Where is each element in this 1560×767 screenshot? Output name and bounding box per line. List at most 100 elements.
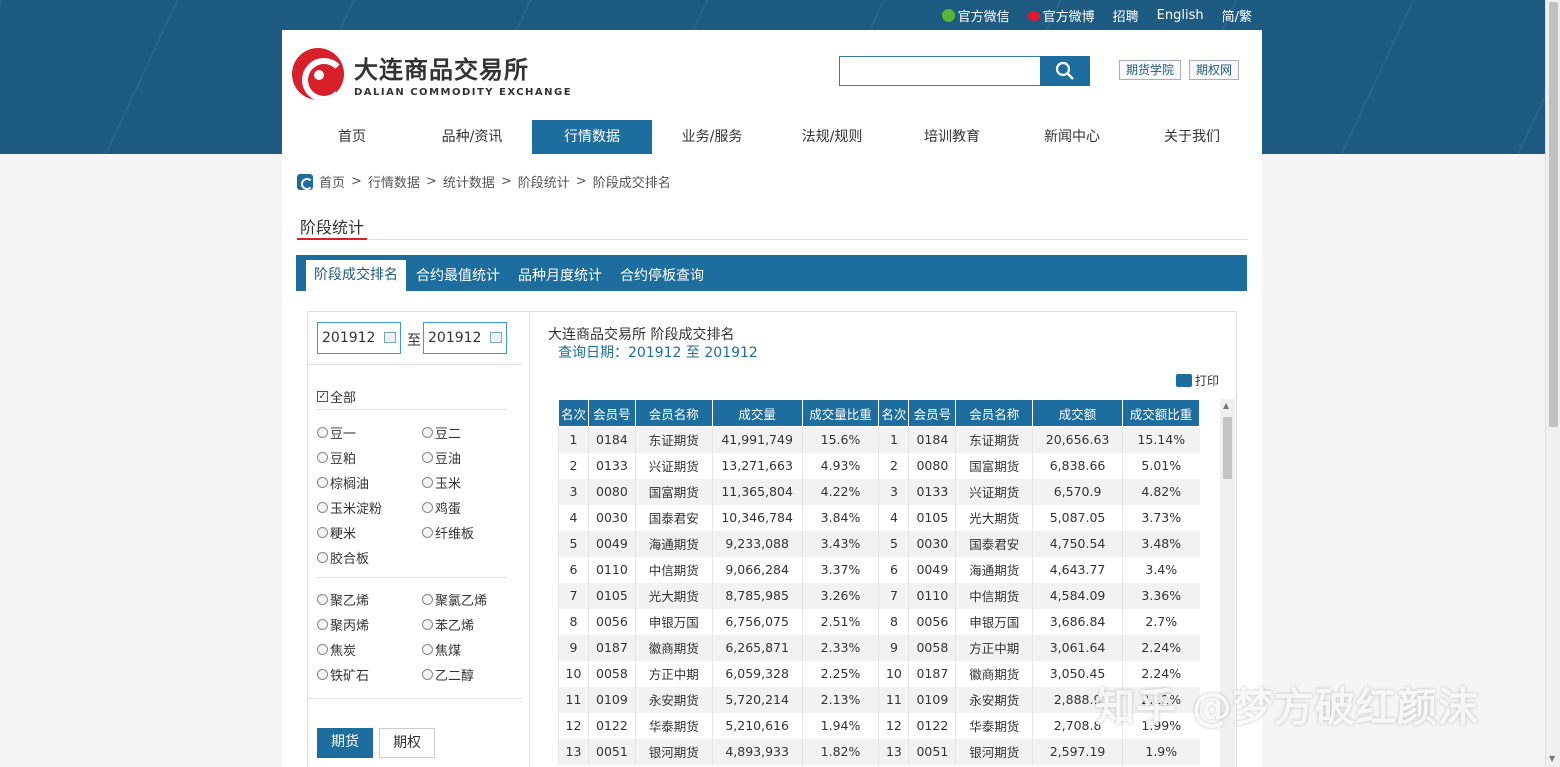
nav-business[interactable]: 业务/服务 — [652, 120, 772, 154]
nav-products[interactable]: 品种/资讯 — [412, 120, 532, 154]
calendar-icon[interactable] — [384, 332, 396, 343]
table-cell: 华泰期货 — [955, 712, 1033, 739]
variety-radio[interactable]: 鸡蛋 — [422, 498, 461, 517]
variety-label: 焦炭 — [330, 644, 357, 659]
table-scrollbar-thumb[interactable] — [1223, 417, 1232, 479]
variety-radio[interactable]: 玉米淀粉 — [317, 498, 382, 517]
variety-radio[interactable]: 焦炭 — [317, 640, 356, 659]
table-cell: 8,785,985 — [711, 582, 803, 609]
lang-switch-link[interactable]: 简/繁 — [1222, 6, 1252, 25]
end-date-value: 201912 — [428, 330, 482, 346]
table-cell: 0122 — [908, 712, 956, 739]
tab-limit-query[interactable]: 合约停板查询 — [612, 261, 712, 291]
options-site-button[interactable]: 期权网 — [1189, 60, 1240, 80]
scroll-up-arrow[interactable]: ▲ — [1223, 401, 1229, 410]
search-button[interactable] — [1040, 56, 1090, 86]
table-cell: 方正中期 — [634, 660, 713, 687]
variety-radio[interactable]: 铁矿石 — [317, 665, 369, 684]
futures-academy-button[interactable]: 期货学院 — [1119, 60, 1182, 80]
page-scrollbar[interactable]: ▼ — [1545, 0, 1560, 767]
all-label: 全部 — [330, 391, 357, 406]
table-cell: 13 — [558, 738, 589, 765]
print-button[interactable]: 打印 — [1176, 372, 1219, 389]
end-date-input[interactable]: 201912 — [423, 322, 507, 354]
english-link[interactable]: English — [1157, 6, 1204, 25]
all-checkbox[interactable]: ✓ 全部 — [317, 387, 356, 406]
wechat-link[interactable]: 官方微信 — [941, 6, 1010, 25]
tab-contract-extremes[interactable]: 合约最值统计 — [408, 261, 508, 291]
nav-about[interactable]: 关于我们 — [1132, 120, 1252, 154]
variety-label: 豆二 — [435, 427, 462, 442]
nav-training[interactable]: 培训教育 — [892, 120, 1012, 154]
breadcrumb-market-data[interactable]: 行情数据 — [368, 172, 420, 191]
dce-logo-icon — [292, 48, 344, 100]
table-cell: 11,365,804 — [711, 478, 803, 505]
variety-radio[interactable]: 胶合板 — [317, 548, 369, 567]
table-cell: 13,271,663 — [711, 452, 803, 479]
calendar-icon[interactable] — [490, 332, 502, 343]
variety-radio[interactable]: 焦煤 — [422, 640, 461, 659]
table-cell: 5,087.05 — [1032, 504, 1123, 531]
table-cell: 0058 — [587, 660, 636, 687]
variety-radio[interactable]: 豆二 — [422, 423, 461, 442]
print-label: 打印 — [1195, 374, 1220, 388]
table-cell: 3.36% — [1122, 582, 1200, 609]
nav-rules[interactable]: 法规/规则 — [772, 120, 892, 154]
filter-panel: 201912 至 201912 ✓ 全部 豆一 豆二 豆粕 豆油 棕榈油 玉米 玉… — [308, 312, 530, 767]
radio-icon — [422, 502, 433, 513]
table-cell: 0187 — [908, 660, 956, 687]
table-cell: 1.82% — [801, 738, 879, 765]
table-cell: 10,346,784 — [711, 504, 803, 531]
variety-radio[interactable]: 聚氯乙烯 — [422, 590, 487, 609]
table-cell: 0056 — [587, 608, 636, 635]
variety-radio[interactable]: 纤维板 — [422, 523, 474, 542]
column-header: 会员号 — [587, 399, 636, 427]
tab-period-ranking[interactable]: 阶段成交排名 — [306, 260, 406, 291]
variety-label: 玉米 — [435, 477, 462, 492]
breadcrumb-home[interactable]: 首页 — [319, 172, 345, 191]
variety-radio[interactable]: 豆一 — [317, 423, 356, 442]
variety-label: 聚丙烯 — [330, 619, 370, 634]
futures-button[interactable]: 期货 — [317, 728, 373, 758]
scroll-down-arrow[interactable]: ▼ — [1549, 754, 1555, 763]
start-date-input[interactable]: 201912 — [317, 322, 401, 354]
breadcrumb-sep: > — [575, 174, 587, 189]
breadcrumb-stats[interactable]: 统计数据 — [443, 172, 495, 191]
variety-radio[interactable]: 豆粕 — [317, 448, 356, 467]
variety-radio[interactable]: 乙二醇 — [422, 665, 474, 684]
nav-market-data[interactable]: 行情数据 — [532, 120, 652, 154]
tab-monthly-stats[interactable]: 品种月度统计 — [510, 261, 610, 291]
variety-label: 铁矿石 — [330, 669, 370, 684]
radio-icon — [422, 669, 433, 680]
variety-radio[interactable]: 粳米 — [317, 523, 356, 542]
nav-home[interactable]: 首页 — [292, 120, 412, 154]
variety-label: 胶合板 — [330, 552, 370, 567]
variety-radio[interactable]: 棕榈油 — [317, 473, 369, 492]
table-cell: 0122 — [587, 712, 636, 739]
logo[interactable]: 大连商品交易所 DALIAN COMMODITY EXCHANGE — [292, 48, 572, 100]
table-cell: 5 — [878, 530, 909, 557]
table-cell: 4 — [878, 504, 909, 531]
table-cell: 41,991,749 — [711, 426, 803, 453]
table-cell: 0030 — [587, 504, 636, 531]
weibo-link[interactable]: 官方微博 — [1027, 6, 1095, 25]
column-header: 成交量 — [711, 399, 803, 427]
variety-radio[interactable]: 聚丙烯 — [317, 615, 369, 634]
section-underline — [297, 238, 367, 240]
table-cell: 15.14% — [1122, 426, 1200, 453]
nav-news[interactable]: 新闻中心 — [1012, 120, 1132, 154]
table-cell: 0080 — [908, 452, 956, 479]
variety-radio[interactable]: 豆油 — [422, 448, 461, 467]
breadcrumb-period-stats[interactable]: 阶段统计 — [518, 172, 570, 191]
breadcrumb: 首页 > 行情数据 > 统计数据 > 阶段统计 > 阶段成交排名 — [297, 172, 671, 191]
home-icon[interactable] — [297, 173, 313, 190]
table-cell: 兴证期货 — [955, 478, 1033, 505]
options-button[interactable]: 期权 — [379, 728, 435, 758]
scrollbar-thumb[interactable] — [1549, 2, 1558, 427]
variety-radio[interactable]: 苯乙烯 — [422, 615, 474, 634]
variety-radio[interactable]: 聚乙烯 — [317, 590, 369, 609]
jobs-link[interactable]: 招聘 — [1113, 6, 1139, 25]
table-cell: 3 — [558, 478, 589, 505]
variety-radio[interactable]: 玉米 — [422, 473, 461, 492]
result-title: 大连商品交易所 阶段成交排名 — [548, 327, 735, 343]
